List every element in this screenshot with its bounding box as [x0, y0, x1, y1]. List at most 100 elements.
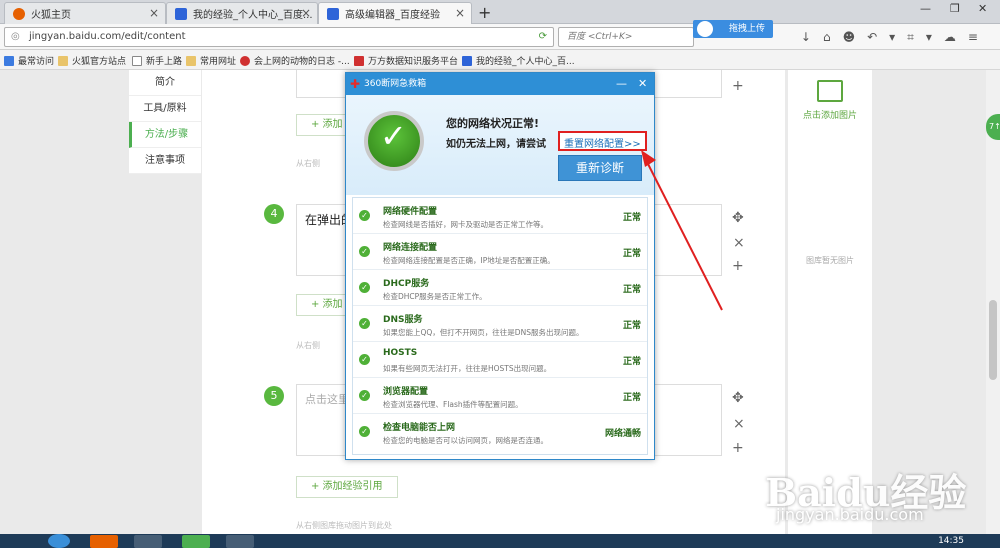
watermark-url: jingyan.baidu.com [776, 505, 924, 524]
baidu-paw-icon [175, 7, 187, 20]
close-window-button[interactable]: ✕ [978, 2, 987, 15]
drag-upload-button[interactable]: 拖拽上传 [693, 20, 773, 38]
close-dialog-button[interactable]: ✕ [638, 73, 647, 95]
step5-placeholder: 点击这里 [305, 393, 349, 406]
bookmark-item[interactable]: 万方数据知识服务平台 [354, 54, 458, 67]
folder-icon [186, 55, 196, 66]
search-placeholder: 百度 <Ctrl+K> [567, 32, 633, 42]
tab-close-icon[interactable]: × [149, 6, 159, 20]
bookmark-label: 常用网址 [200, 57, 237, 67]
toolbar-icons[interactable]: ↓⌂☻↶▾⌗▾☁≡ [801, 30, 990, 45]
check-title: 网络连接配置 [383, 243, 438, 253]
network-repair-dialog: ✚ 360断网急救箱 — ✕ ✓ 您的网络状况正常! 如仍无法上网，请尝试 重置… [345, 72, 655, 460]
check-desc: 如果您能上QQ，但打不开网页，往往是DNS服务出现问题。 [383, 328, 584, 337]
tab-close-icon[interactable]: × [455, 6, 465, 20]
scrollbar-thumb[interactable] [989, 300, 997, 380]
delete-step-icon[interactable]: × [733, 235, 745, 251]
check-title: 检查电脑能否上网 [383, 423, 456, 433]
baidu-paw-icon [462, 55, 472, 66]
tab-close-icon[interactable]: × [301, 6, 311, 20]
tab-advanced-editor[interactable]: 高级编辑器_百度经验 × [318, 2, 472, 24]
new-tab-button[interactable]: + [478, 3, 491, 22]
check-ok-icon: ✓ [359, 426, 370, 437]
check-status: 正常 [622, 357, 641, 367]
move-step-icon[interactable]: ✥ [732, 390, 744, 406]
minimize-dialog-button[interactable]: — [616, 73, 627, 95]
check-ok-icon: ✓ [359, 390, 370, 401]
check-title: HOSTS [383, 348, 418, 358]
check-item: ✓ HOSTS 如果有些网页无法打开，往往是HOSTS出现问题。 正常 [353, 342, 647, 378]
url-text: jingyan.baidu.com/edit/content [29, 31, 186, 42]
check-status: 正常 [622, 285, 641, 295]
bookmarks-bar: 最常访问 火狐官方站点 新手上路 常用网址 会上网的动物的日志 -... 万方数… [0, 50, 1000, 70]
folder-icon [58, 55, 68, 66]
sidebar-item-tools[interactable]: 工具/原料 [129, 96, 201, 122]
restore-window-button[interactable]: ❐ [950, 2, 960, 15]
add-step-icon[interactable]: + [732, 440, 744, 456]
firefox-taskbar-icon[interactable] [90, 535, 118, 548]
move-step-icon[interactable]: ✥ [732, 210, 744, 226]
sidebar-item-steps[interactable]: 方法/步骤 [129, 122, 201, 148]
check-desc: 如果有些网页无法打开，往往是HOSTS出现问题。 [383, 364, 552, 373]
search-input[interactable]: 百度 <Ctrl+K> [558, 27, 694, 47]
add-step-icon[interactable]: + [732, 78, 744, 94]
url-bar[interactable]: ◎ jingyan.baidu.com/edit/content ⟳ [4, 27, 554, 47]
bookmark-label: 会上网的动物的日志 -... [254, 57, 350, 67]
bookmark-item[interactable]: 火狐官方站点 [58, 54, 126, 67]
check-title: DHCP服务 [383, 279, 430, 289]
rediagnose-button[interactable]: 重新诊断 [558, 155, 642, 181]
page-icon [132, 55, 142, 66]
status-title: 您的网络状况正常! [446, 117, 540, 130]
firefox-icon [13, 7, 25, 20]
delete-step-icon[interactable]: × [733, 416, 745, 432]
bookmark-icon [4, 55, 14, 66]
check-title: 网络硬件配置 [383, 207, 438, 217]
bookmark-item[interactable]: 会上网的动物的日志 -... [240, 54, 350, 67]
bookmark-item[interactable]: 我的经验_个人中心_百... [462, 54, 575, 67]
reload-icon[interactable]: ⟳ [539, 28, 547, 46]
sidebar-item-intro[interactable]: 简介 [129, 70, 201, 96]
dialog-title: 360断网急救箱 [364, 79, 427, 89]
check-status: 正常 [622, 321, 641, 331]
add-image-button[interactable]: 点击添加图片 [788, 80, 872, 121]
reset-network-config-link[interactable]: 重置网络配置>> [558, 131, 647, 151]
section-sidebar: 简介 工具/原料 方法/步骤 注意事项 [129, 70, 201, 174]
globe-icon: ◎ [11, 31, 20, 42]
status-subtitle: 如仍无法上网，请尝试 [446, 139, 546, 150]
sidebar-item-notes[interactable]: 注意事项 [129, 148, 201, 174]
cloud-icon [697, 21, 713, 37]
check-item: ✓ 检查电脑能否上网 检查您的电脑是否可以访问网页，网络是否连通。 网络通畅 [353, 414, 647, 450]
minimize-window-button[interactable]: — [920, 2, 931, 15]
bookmark-item[interactable]: 常用网址 [186, 54, 236, 67]
dialog-title-bar[interactable]: ✚ 360断网急救箱 — ✕ [346, 73, 654, 95]
windows-taskbar: 14:35 [0, 534, 1000, 548]
check-desc: 检查DHCP服务是否正常工作。 [383, 292, 487, 301]
check-title: DNS服务 [383, 315, 423, 325]
check-status: 网络通畅 [604, 429, 641, 439]
taskbar-app-icon[interactable] [134, 535, 162, 548]
tab-label: 高级编辑器_百度经验 [345, 10, 440, 21]
bookmark-item[interactable]: 最常访问 [4, 54, 54, 67]
start-button[interactable] [48, 534, 70, 548]
check-ok-icon: ✓ [359, 354, 370, 365]
red-cross-icon: ✚ [350, 77, 361, 91]
step-number-badge: 5 [264, 386, 284, 406]
baidu-paw-icon [327, 7, 339, 20]
add-image-label: 点击添加图片 [802, 111, 857, 121]
navigation-bar: ◎ jingyan.baidu.com/edit/content ⟳ 百度 <C… [0, 24, 1000, 50]
check-desc: 检查网线是否插好，网卡及驱动是否正常工作等。 [383, 220, 548, 229]
360-taskbar-icon[interactable] [182, 535, 210, 548]
add-experience-reference-button[interactable]: + 添加经验引用 [296, 476, 398, 498]
upload-label: 拖拽上传 [728, 24, 765, 34]
tab-firefox-home[interactable]: 火狐主页 × [4, 2, 166, 24]
tab-my-experience[interactable]: 我的经验_个人中心_百度... × [166, 2, 318, 24]
bookmark-label: 火狐官方站点 [72, 57, 127, 67]
check-desc: 检查网络连接配置是否正确，IP地址是否配置正确。 [383, 256, 555, 265]
check-ok-icon: ✓ [359, 318, 370, 329]
taskbar-app-icon[interactable] [226, 535, 254, 548]
add-step-icon[interactable]: + [732, 258, 744, 274]
check-title: 浏览器配置 [383, 387, 429, 397]
tab-bar: 火狐主页 × 我的经验_个人中心_百度... × 高级编辑器_百度经验 × + … [0, 0, 1000, 24]
empty-library-text: 图库暂无图片 [806, 256, 854, 265]
bookmark-item[interactable]: 新手上路 [132, 54, 182, 67]
